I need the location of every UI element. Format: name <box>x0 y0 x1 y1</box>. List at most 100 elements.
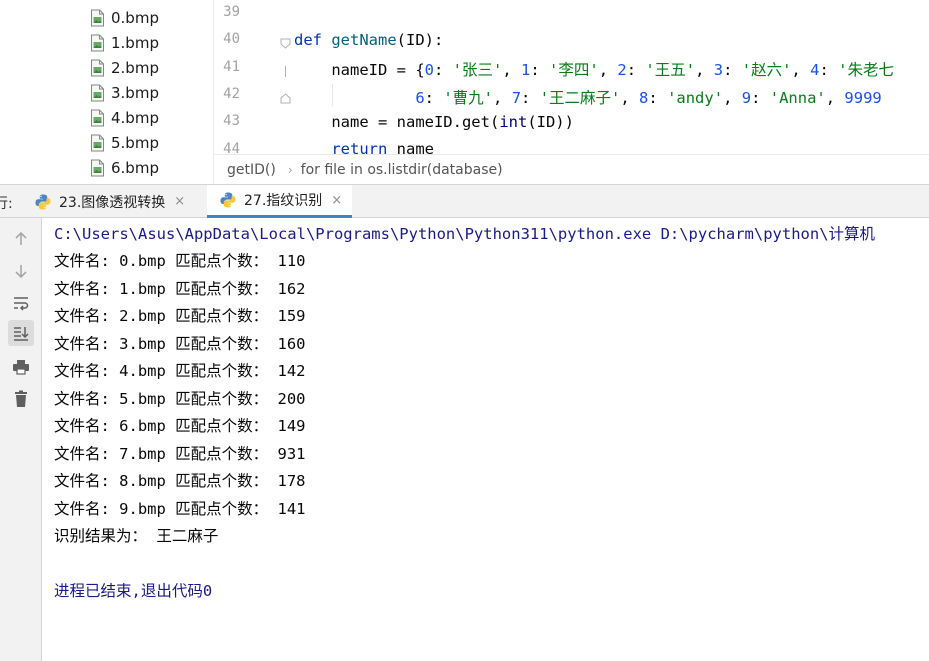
match-result-line: 文件名: 5.bmp 匹配点个数： 200 <box>54 387 306 409</box>
match-count: 162 <box>277 279 306 298</box>
result-label: 文件名: <box>54 444 120 463</box>
match-count: 110 <box>277 252 306 270</box>
file-name: 4.bmp <box>111 108 159 127</box>
file-tree-item[interactable]: 1.bmp <box>90 30 159 55</box>
dict-key: 6 <box>415 89 425 107</box>
match-result-line: 文件名: 4.bmp 匹配点个数： 142 <box>54 359 306 381</box>
dict-value: '李四' <box>549 61 599 79</box>
dict-key: 2 <box>617 61 627 79</box>
match-count: 931 <box>277 444 306 463</box>
process-exit-line: 进程已结束,退出代码0 <box>54 582 213 600</box>
console-toolbar <box>0 218 42 661</box>
result-label: 文件名: <box>54 252 120 270</box>
run-window-label: 行: <box>0 196 13 212</box>
file-name: 6.bmp <box>111 158 159 177</box>
match-result-line: 文件名: 1.bmp 匹配点个数： 162 <box>54 277 306 299</box>
file-tree-item[interactable]: 6.bmp <box>90 155 159 180</box>
console-output[interactable]: C:\Users\Asus\AppData\Local\Programs\Pyt… <box>42 218 929 661</box>
scroll-to-end-icon[interactable] <box>8 320 34 346</box>
console-command-line: C:\Users\Asus\AppData\Local\Programs\Pyt… <box>54 225 876 243</box>
match-result-line: 文件名: 7.bmp 匹配点个数： 931 <box>54 442 306 464</box>
file-tree-item[interactable]: 5.bmp <box>90 130 159 155</box>
dict-key: 9 <box>741 89 752 107</box>
code-text: name <box>387 140 434 154</box>
code-line-41[interactable]: nameID = {0: '张三', 1: '李四', 2: '王五', 3: … <box>294 58 894 80</box>
line-number: 43 <box>223 113 240 130</box>
soft-wrap-icon[interactable] <box>8 290 34 316</box>
result-label: 匹配点个数： <box>165 472 278 490</box>
fold-marker-icon[interactable] <box>280 34 291 49</box>
result-label: 文件名: <box>54 362 120 380</box>
result-label: 匹配点个数： <box>165 417 278 435</box>
close-icon[interactable]: × <box>331 193 342 208</box>
result-label: 文件名: <box>54 472 120 490</box>
result-file-name: 3.bmp <box>119 334 166 353</box>
fold-marker-icon[interactable] <box>280 89 291 104</box>
result-file-name: 8.bmp <box>119 472 166 490</box>
trash-icon[interactable] <box>8 386 34 412</box>
dict-value: '王五' <box>645 61 696 79</box>
match-count: 200 <box>277 389 306 408</box>
code-line-42[interactable]: 6: '曹九', 7: '王二麻子', 8: 'andy', 9: 'Anna'… <box>294 86 881 108</box>
file-tree-item[interactable]: 2.bmp <box>90 55 159 80</box>
result-label: 匹配点个数： <box>165 252 278 270</box>
match-count: 159 <box>277 307 306 325</box>
tab-perspective-transform[interactable]: 23.图像透视转换 × <box>22 185 195 218</box>
dict-value: 'Anna' <box>769 89 826 107</box>
result-file-name: 9.bmp <box>119 499 166 518</box>
dict-key: 1 <box>521 61 531 79</box>
breadcrumb-separator: › <box>287 162 293 177</box>
line-number: 40 <box>223 31 240 48</box>
code-builtin: int <box>499 113 528 131</box>
up-arrow-icon[interactable] <box>8 226 34 252</box>
file-name: 0.bmp <box>111 8 159 27</box>
dict-value: '张三' <box>452 61 503 79</box>
line-number: 41 <box>223 58 240 75</box>
result-label: 匹配点个数： <box>165 444 278 463</box>
image-file-icon <box>91 109 104 126</box>
code-text: (ID): <box>396 31 444 49</box>
code-editor[interactable]: 39 40 41 42 43 44 def getName(ID): nameID = {… <box>213 0 929 154</box>
match-result-line: 文件名: 9.bmp 匹配点个数： 141 <box>54 497 306 519</box>
match-result-line: 文件名: 8.bmp 匹配点个数： 178 <box>54 469 306 491</box>
image-file-icon <box>91 159 104 176</box>
file-name: 1.bmp <box>111 33 159 52</box>
dict-key: 3 <box>713 61 724 79</box>
close-icon[interactable]: × <box>174 194 185 209</box>
file-tree-item[interactable]: 3.bmp <box>90 80 159 105</box>
code-function-name: getName <box>331 31 397 49</box>
print-icon[interactable] <box>8 354 34 380</box>
result-label: 文件名: <box>54 417 120 435</box>
result-file-name: 0.bmp <box>119 252 166 270</box>
project-tree: 0.bmp 1.bmp 2.bmp 3.bmp 4.bmp 5.bmp 6.bmp <box>0 0 213 184</box>
line-number: 44 <box>223 140 240 155</box>
code-line-44[interactable]: return name <box>294 140 434 154</box>
editor-gutter: 39 40 41 42 43 44 <box>214 0 291 155</box>
breadcrumb-item-for-loop[interactable]: for file in os.listdir(database) <box>301 162 503 178</box>
code-line-40[interactable]: def getName(ID): <box>294 31 443 49</box>
image-file-icon <box>91 59 104 76</box>
dict-value: '朱老七 <box>838 61 894 79</box>
image-file-icon <box>91 9 104 26</box>
result-file-name: 4.bmp <box>119 362 166 380</box>
match-result-line: 文件名: 2.bmp 匹配点个数： 159 <box>54 304 306 326</box>
line-number: 42 <box>223 85 240 102</box>
match-count: 178 <box>277 472 306 490</box>
tab-label: 23.图像透视转换 <box>59 194 166 211</box>
line-number: 39 <box>223 4 240 20</box>
tab-fingerprint-recognition[interactable]: 27.指纹识别 × <box>207 185 353 218</box>
code-line-43[interactable]: name = nameID.get(int(ID)) <box>294 113 574 131</box>
result-label: 文件名: <box>54 499 120 518</box>
match-count: 141 <box>277 499 306 518</box>
result-file-name: 7.bmp <box>119 444 166 463</box>
breadcrumb-item-getid[interactable]: getID() <box>227 162 276 178</box>
dict-key: 0 <box>424 61 434 79</box>
match-result-line: 文件名: 3.bmp 匹配点个数： 160 <box>54 332 306 354</box>
down-arrow-icon[interactable] <box>8 258 34 284</box>
image-file-icon <box>91 34 104 51</box>
file-tree-item[interactable]: 0.bmp <box>90 5 159 30</box>
result-file-name: 1.bmp <box>119 279 166 298</box>
image-file-icon <box>91 134 104 151</box>
fold-marker-icon[interactable] <box>280 62 291 77</box>
file-tree-item[interactable]: 4.bmp <box>90 105 159 130</box>
